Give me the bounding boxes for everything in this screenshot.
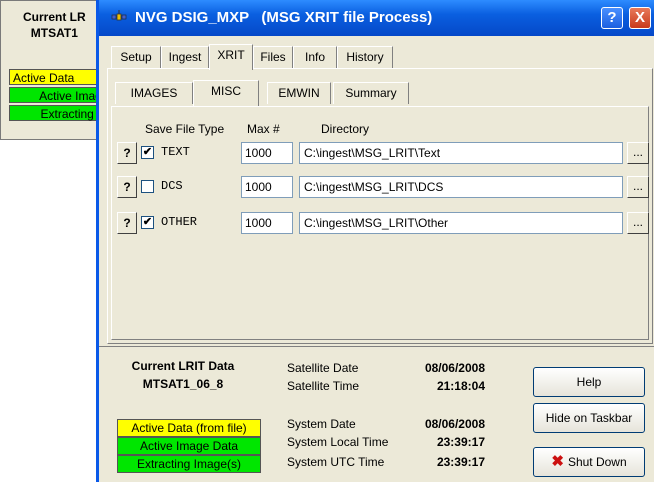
browse-button-text[interactable]: ... <box>627 142 649 164</box>
system-utc-time-value: 23:39:17 <box>436 455 485 469</box>
system-utc-time-label: System UTC Time <box>287 455 385 469</box>
tab-xrit[interactable]: XRIT <box>209 44 253 70</box>
file-type-label: DCS <box>161 179 183 193</box>
system-local-time-value: 23:39:17 <box>436 435 485 449</box>
help-button-dcs[interactable]: ? <box>117 176 137 198</box>
window-title: NVG DSIG_MXP (MSG XRIT file Process) <box>135 9 433 26</box>
status-badge-extracting: Extracting Image(s) <box>117 455 261 473</box>
directory-input-other[interactable]: C:\ingest\MSG_LRIT\Other <box>299 212 623 234</box>
tab-ingest[interactable]: Ingest <box>161 46 209 68</box>
system-local-time-label: System Local Time <box>287 435 389 449</box>
help-button-text[interactable]: ? <box>117 142 137 164</box>
current-lrit-name: MTSAT1_06_8 <box>142 377 224 391</box>
tab-info[interactable]: Info <box>293 46 337 68</box>
header-directory: Directory <box>321 122 370 136</box>
checkbox-text[interactable]: ✔ <box>141 146 154 159</box>
header-save-file-type: Save File Type <box>145 122 225 136</box>
current-lrit-title: Current LRIT Data <box>131 359 235 373</box>
tab-summary[interactable]: Summary <box>333 82 409 104</box>
status-badge-active-data: Active Data (from file) <box>117 419 261 437</box>
title-bar[interactable]: NVG DSIG_MXP (MSG XRIT file Process) ? X <box>99 0 654 36</box>
satellite-date-label: Satellite Date <box>287 361 359 375</box>
status-badge-active-image: Active Image Data <box>117 437 261 455</box>
max-input-dcs[interactable]: 1000 <box>241 176 293 198</box>
bg-title-line2: MTSAT1 <box>30 26 78 40</box>
directory-input-dcs[interactable]: C:\ingest\MSG_LRIT\DCS <box>299 176 623 198</box>
browse-button-other[interactable]: ... <box>627 212 649 234</box>
satellite-time-value: 21:18:04 <box>436 379 485 393</box>
status-area: Current LRIT Data MTSAT1_06_8 Satellite … <box>99 346 654 482</box>
help-button[interactable]: Help <box>533 367 645 397</box>
checkbox-dcs[interactable] <box>141 180 154 193</box>
help-title-button[interactable]: ? <box>601 7 623 29</box>
hide-on-taskbar-button[interactable]: Hide on Taskbar <box>533 403 645 433</box>
tab-images[interactable]: IMAGES <box>115 82 193 104</box>
bg-current-lrit: Current LR MTSAT1 <box>23 9 86 41</box>
directory-input-text[interactable]: C:\ingest\MSG_LRIT\Text <box>299 142 623 164</box>
satellite-time-label: Satellite Time <box>287 379 360 393</box>
file-type-label: OTHER <box>161 215 198 229</box>
satellite-app-icon <box>111 10 127 21</box>
satellite-date-value: 08/06/2008 <box>424 361 485 375</box>
header-max: Max # <box>247 122 280 136</box>
bg-title-line1: Current LR <box>23 10 86 24</box>
max-input-text[interactable]: 1000 <box>241 142 293 164</box>
x-icon: ✖ <box>551 453 564 470</box>
main-window: NVG DSIG_MXP (MSG XRIT file Process) ? X… <box>96 0 654 482</box>
tab-misc[interactable]: MISC <box>193 80 259 106</box>
shut-down-button[interactable]: ✖ Shut Down <box>533 447 645 477</box>
file-type-label: TEXT <box>161 145 190 159</box>
help-button-other[interactable]: ? <box>117 212 137 234</box>
tab-emwin[interactable]: EMWIN <box>267 82 331 104</box>
tab-history[interactable]: History <box>337 46 393 68</box>
tab-files[interactable]: Files <box>253 46 293 68</box>
checkbox-other[interactable]: ✔ <box>141 216 154 229</box>
max-input-other[interactable]: 1000 <box>241 212 293 234</box>
system-date-label: System Date <box>287 417 356 431</box>
system-date-value: 08/06/2008 <box>424 417 485 431</box>
close-button[interactable]: X <box>629 7 651 29</box>
browse-button-dcs[interactable]: ... <box>627 176 649 198</box>
tab-setup[interactable]: Setup <box>111 46 161 68</box>
shut-down-label: Shut Down <box>567 455 627 469</box>
